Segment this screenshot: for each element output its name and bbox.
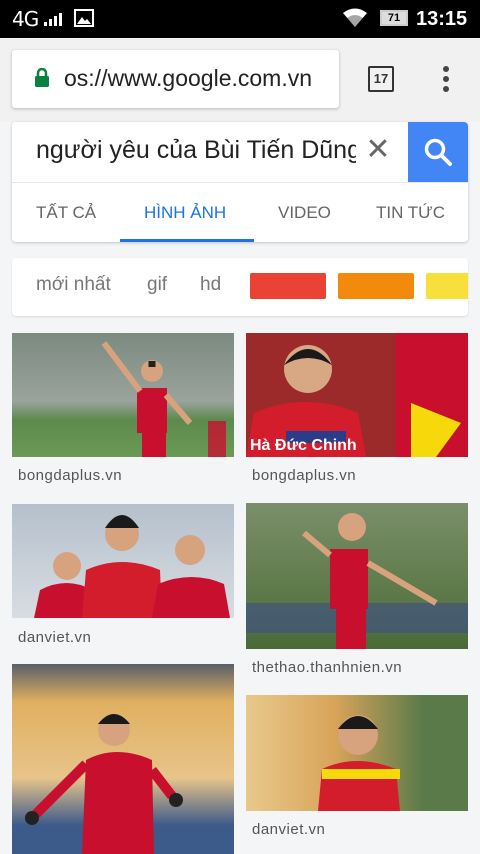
chip-gif[interactable]: gif bbox=[147, 274, 167, 296]
result-image[interactable]: Hà Đức Chinh bbox=[246, 333, 468, 457]
tab-video[interactable]: VIDEO bbox=[278, 203, 331, 223]
player-pointing-image bbox=[246, 513, 468, 649]
battery-indicator: 71 bbox=[380, 10, 408, 26]
search-icon bbox=[424, 138, 452, 166]
tab-news[interactable]: TIN TỨC bbox=[376, 203, 445, 223]
wifi-icon bbox=[343, 8, 367, 27]
search-tabs: TẤT CẢ HÌNH ẢNH VIDEO TIN TỨC bbox=[12, 182, 468, 242]
network-type: 4G bbox=[12, 7, 39, 31]
player-celebrating-image bbox=[101, 341, 226, 457]
color-chip-yellow[interactable] bbox=[426, 273, 468, 299]
chip-hd[interactable]: hd bbox=[200, 274, 221, 296]
three-players-image bbox=[34, 515, 230, 618]
filter-chips: mới nhất gif hd bbox=[12, 258, 468, 316]
search-card: người yêu của Bùi Tiến Dũng ✕ TẤT CẢ HÌN… bbox=[12, 122, 468, 242]
result-source[interactable]: thethao.thanhnien.vn bbox=[252, 659, 402, 676]
result-image[interactable] bbox=[246, 695, 468, 811]
signal-icon bbox=[44, 13, 62, 26]
result-image[interactable] bbox=[246, 503, 468, 649]
tab-all[interactable]: TẤT CẢ bbox=[36, 203, 96, 223]
player-running-image bbox=[25, 714, 183, 854]
gallery-notification-icon bbox=[74, 9, 94, 27]
tab-images[interactable]: HÌNH ẢNH bbox=[144, 203, 226, 223]
search-button[interactable] bbox=[408, 122, 468, 182]
overflow-menu-icon[interactable] bbox=[436, 66, 456, 96]
result-image[interactable] bbox=[12, 504, 234, 618]
color-chip-red[interactable] bbox=[250, 273, 326, 299]
result-source[interactable]: bongdaplus.vn bbox=[252, 467, 356, 484]
tab-switcher-button[interactable]: 17 bbox=[368, 66, 394, 92]
result-source[interactable]: danviet.vn bbox=[18, 629, 91, 646]
active-tab-indicator bbox=[120, 239, 254, 242]
player-smiling-image bbox=[318, 715, 400, 811]
clear-icon[interactable]: ✕ bbox=[362, 134, 394, 166]
result-source[interactable]: bongdaplus.vn bbox=[18, 467, 122, 484]
name-overlay: Hà Đức Chinh bbox=[250, 437, 357, 454]
result-source[interactable]: danviet.vn bbox=[252, 821, 325, 838]
url-text: os://www.google.com.vn bbox=[64, 65, 313, 91]
address-bar[interactable]: os://www.google.com.vn bbox=[12, 50, 339, 108]
search-input[interactable]: người yêu của Bùi Tiến Dũng bbox=[36, 136, 356, 165]
clock: 13:15 bbox=[416, 8, 468, 30]
result-image[interactable] bbox=[12, 664, 234, 854]
color-chip-orange[interactable] bbox=[338, 273, 414, 299]
lock-icon bbox=[35, 68, 49, 87]
status-bar: 4G 71 13:15 bbox=[0, 0, 480, 38]
browser-toolbar: os://www.google.com.vn 17 bbox=[0, 38, 480, 122]
chip-newest[interactable]: mới nhất bbox=[36, 274, 111, 296]
result-image[interactable] bbox=[12, 333, 234, 457]
